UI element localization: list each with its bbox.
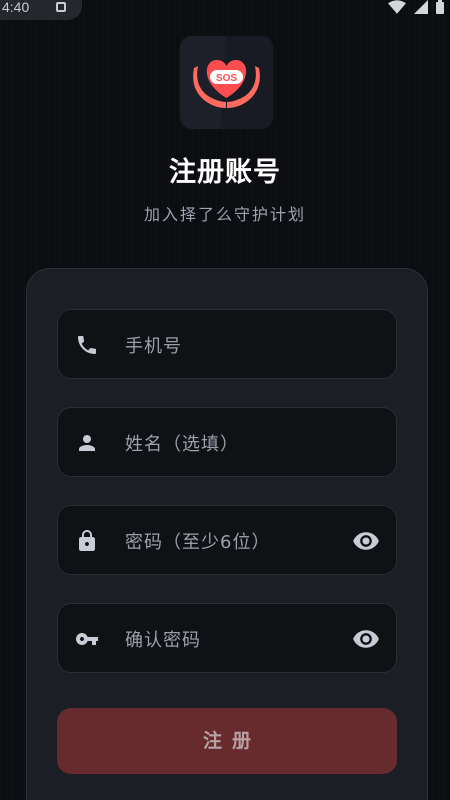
phone-icon [75,333,99,357]
signal-icon [414,0,428,14]
name-field[interactable]: 姓名（选填） [57,407,397,477]
page-subtitle: 加入择了么守护计划 [143,205,306,224]
person-icon [75,431,99,455]
status-icons [388,0,444,14]
wifi-icon [388,0,406,14]
phone-field[interactable]: 手机号 [57,309,397,379]
logo-text: SOS [216,73,237,84]
key-icon [75,627,99,651]
confirm-password-field[interactable]: 确认密码 [57,603,397,673]
phone-placeholder: 手机号 [125,336,182,357]
password-placeholder: 密码（至少6位） [125,532,271,553]
name-placeholder: 姓名（选填） [125,434,239,455]
sos-heart-hands-icon: SOS [180,36,273,129]
lock-icon [75,529,99,553]
register-button[interactable]: 注册 [57,708,397,774]
battery-icon [436,0,444,14]
eye-icon[interactable] [352,527,380,555]
status-bar: 4:40 [0,0,450,22]
app-logo: SOS [180,36,273,129]
password-field[interactable]: 密码（至少6位） [57,505,397,575]
register-screen: 4:40 SOS 注册账号 加入择了么守护计划 手机号 姓名（选填） 密码（至少… [0,0,450,800]
confirm-password-placeholder: 确认密码 [125,630,201,651]
page-title: 注册账号 [169,157,281,188]
status-time: 4:40 [2,0,30,15]
eye-icon[interactable] [352,625,380,653]
notification-icon [56,2,66,12]
